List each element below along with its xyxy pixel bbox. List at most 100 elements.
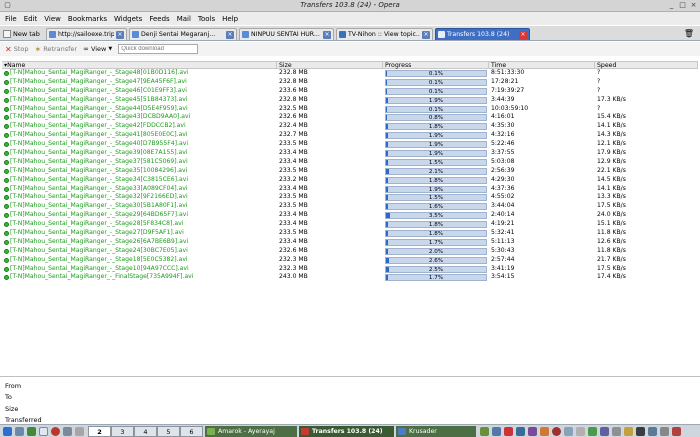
tray-chat-icon[interactable] [528,427,537,436]
column-size[interactable]: Size [277,62,383,69]
settings-icon[interactable] [63,427,72,436]
close-tab-icon[interactable]: × [226,30,234,39]
table-row[interactable]: [T-N]Mahou_Sentai_MagiRanger_-_Stage47[9… [2,78,698,87]
table-row[interactable]: [T-N]Mahou_Sentai_MagiRanger_-_Stage32[9… [2,193,698,202]
desktop-5[interactable]: 5 [157,426,180,437]
table-row[interactable]: [T-N]Mahou_Sentai_MagiRanger_-_Stage37[5… [2,158,698,167]
menu-help[interactable]: Help [222,15,238,23]
menu-tools[interactable]: Tools [198,15,215,23]
tray-logout-icon[interactable] [672,427,681,436]
desktop-6[interactable]: 6 [180,426,203,437]
tray-network-icon[interactable] [492,427,501,436]
table-row[interactable]: [T-N]Mahou_Sentai_MagiRanger_-_Stage44[D… [2,105,698,114]
close-window-icon[interactable]: × [689,1,698,10]
progress-text: 3.5% [428,213,444,220]
menu-bookmarks[interactable]: Bookmarks [68,15,107,23]
tray-app-icon[interactable] [480,427,489,436]
task-amarok[interactable]: Amarok - Ayerayaj [205,426,297,437]
desktop-2[interactable]: 2 [88,426,111,437]
table-row[interactable]: [T-N]Mahou_Sentai_MagiRanger_-_Stage24[3… [2,247,698,256]
table-row[interactable]: [T-N]Mahou_Sentai_MagiRanger_-_Stage43[D… [2,113,698,122]
progress-bar: 1.8% [385,230,487,238]
menu-file[interactable]: File [5,15,17,23]
tray-power-icon[interactable] [660,427,669,436]
tray-sound-icon[interactable] [564,427,573,436]
tab-tv-nihon[interactable]: TV-Nihon :: View topic... × [336,28,433,40]
tab-transfers[interactable]: Transfers 103.8 (24) × [435,28,530,40]
transfer-name-cell: [T-N]Mahou_Sentai_MagiRanger_-_Stage39[0… [2,149,277,158]
table-row[interactable]: [T-N]Mahou_Sentai_MagiRanger_-_Stage26[6… [2,238,698,247]
retransfer-button[interactable]: ✶ Retransfer [34,45,77,54]
transfer-details: From To Size Transferred [5,381,42,427]
table-row[interactable]: [T-N]Mahou_Sentai_MagiRanger_-_Stage27[D… [2,229,698,238]
tray-device-icon[interactable] [636,427,645,436]
tray-bluetooth-icon[interactable] [600,427,609,436]
quick-download-input[interactable] [118,44,199,54]
menu-feeds[interactable]: Feeds [149,15,169,23]
close-tab-icon[interactable]: × [323,30,331,39]
table-row[interactable]: [T-N]Mahou_Sentai_MagiRanger_-_Stage33[A… [2,185,698,194]
table-row[interactable]: [T-N]Mahou_Sentai_MagiRanger_-_FinalStag… [2,273,698,282]
tray-clock-icon[interactable] [648,427,657,436]
table-row[interactable]: [T-N]Mahou_Sentai_MagiRanger_-_Stage46[C… [2,87,698,96]
table-row[interactable]: [T-N]Mahou_Sentai_MagiRanger_-_Stage28[5… [2,220,698,229]
new-tab-button[interactable]: New tab [3,28,40,40]
opera-icon[interactable] [51,427,60,436]
table-row[interactable]: [T-N]Mahou_Sentai_MagiRanger_-_Stage35[1… [2,167,698,176]
maximize-icon[interactable]: □ [678,1,687,10]
desktop-3[interactable]: 3 [111,426,134,437]
trash-icon[interactable]: 🗑 [684,29,694,38]
transfer-time: 17:28:21 [491,77,519,85]
table-row[interactable]: [T-N]Mahou_Sentai_MagiRanger_-_Stage30[5… [2,202,698,211]
stop-button[interactable]: ✕ Stop [5,45,28,54]
tray-opera-icon[interactable] [552,427,561,436]
column-name[interactable]: ▾Name [2,62,277,69]
table-row[interactable]: [T-N]Mahou_Sentai_MagiRanger_-_Stage45[5… [2,96,698,105]
table-row[interactable]: [T-N]Mahou_Sentai_MagiRanger_-_Stage10[9… [2,265,698,274]
tray-monitor-icon[interactable] [516,427,525,436]
column-speed[interactable]: Speed [595,62,698,69]
table-row[interactable]: [T-N]Mahou_Sentai_MagiRanger_-_Stage42[F… [2,122,698,131]
terminal-icon[interactable] [27,427,36,436]
progress-bar: 1.7% [385,238,487,246]
table-row[interactable]: [T-N]Mahou_Sentai_MagiRanger_-_Stage39[0… [2,149,698,158]
tray-clipboard-icon[interactable] [576,427,585,436]
tab-ninpuu-sentai[interactable]: NINPUU SENTAI HUR... × [239,28,334,40]
table-row[interactable]: [T-N]Mahou_Sentai_MagiRanger_-_Stage29[6… [2,211,698,220]
lock-icon[interactable] [75,427,84,436]
column-time[interactable]: Time [489,62,595,69]
close-tab-icon[interactable]: × [422,30,430,39]
menu-widgets[interactable]: Widgets [114,15,142,23]
menu-edit[interactable]: Edit [24,15,38,23]
tray-update-icon[interactable] [540,427,549,436]
table-row[interactable]: [T-N]Mahou_Sentai_MagiRanger_-_Stage18[5… [2,256,698,265]
desktop-4[interactable]: 4 [134,426,157,437]
menu-mail[interactable]: Mail [177,15,191,23]
tab-tripod[interactable]: http://sailoexe.tripod.co... × [46,28,127,40]
minimize-icon[interactable]: _ [667,1,676,10]
transfer-size: 233.4 MB [279,157,308,165]
close-tab-icon[interactable]: × [519,30,527,39]
table-row[interactable]: [T-N]Mahou_Sentai_MagiRanger_-_Stage41[8… [2,131,698,140]
progress-text: 1.8% [428,124,444,131]
table-row[interactable]: [T-N]Mahou_Sentai_MagiRanger_-_Stage34[C… [2,176,698,185]
table-row[interactable]: [T-N]Mahou_Sentai_MagiRanger_-_Stage48[0… [2,69,698,78]
tab-denji-sentai[interactable]: Denji Sentai Megaranj... × [129,28,237,40]
file-manager-icon[interactable] [39,427,48,436]
close-tab-icon[interactable]: × [116,30,124,39]
column-progress[interactable]: Progress [383,62,489,69]
kde-menu-icon[interactable] [3,427,12,436]
konsole-icon[interactable] [15,427,24,436]
task-transfers[interactable]: Transfers 103.8 (24) [299,426,394,437]
tray-battery-icon[interactable] [588,427,597,436]
transfer-size: 232.3 MB [279,264,308,272]
table-row[interactable]: [T-N]Mahou_Sentai_MagiRanger_-_Stage40[D… [2,140,698,149]
menu-view[interactable]: View [44,15,61,23]
tray-close-icon[interactable] [504,427,513,436]
tray-weather-icon[interactable] [624,427,633,436]
progress-bar: 1.7% [385,274,487,282]
transfer-speed: 11.8 KB/s [597,229,626,237]
tray-keyboard-icon[interactable] [612,427,621,436]
task-krusader[interactable]: Krusader [396,426,476,437]
view-button[interactable]: ∞ View ▼ [83,45,112,53]
